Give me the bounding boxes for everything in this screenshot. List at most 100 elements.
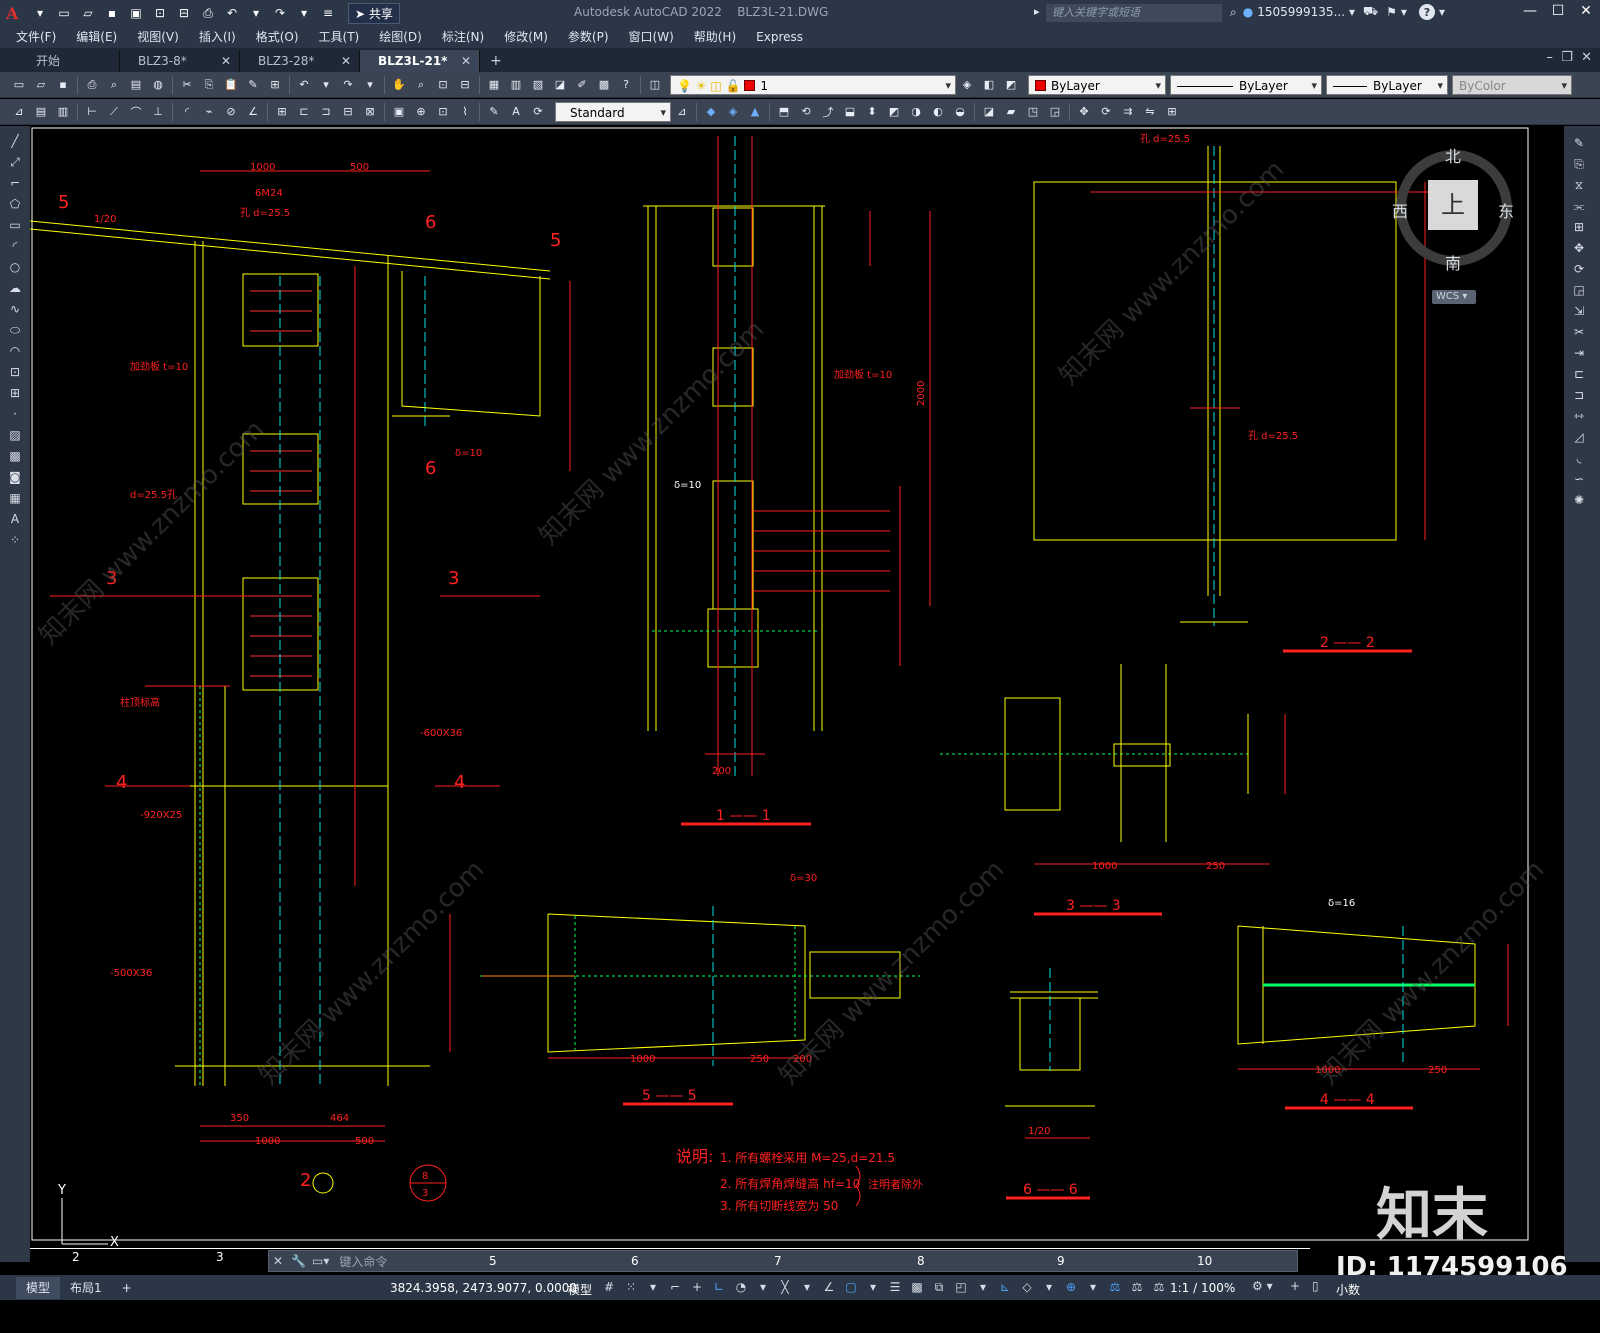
ortho-icon[interactable]: ∟ (709, 1278, 729, 1296)
dynamic-input-icon[interactable]: + (687, 1278, 707, 1296)
hatch-icon[interactable]: ▨ (4, 426, 26, 444)
wcs-menu[interactable]: WCS ▾ (1432, 290, 1476, 304)
isodraft-icon[interactable]: ╳ (775, 1278, 795, 1296)
annotation-scale-icon[interactable]: ⚖ (1149, 1278, 1169, 1296)
gizmo-icon[interactable]: ⊕ (1061, 1278, 1081, 1296)
annotation-visibility-icon[interactable]: ⚖ (1105, 1278, 1125, 1296)
arc-icon[interactable]: ◜ (4, 237, 26, 255)
polyline-icon[interactable]: ⌐ (4, 174, 26, 192)
construction-line-icon[interactable]: ⤢ (4, 153, 26, 171)
infer-icon[interactable]: ⌐ (665, 1278, 685, 1296)
lineweight-icon[interactable]: ☰ (885, 1278, 905, 1296)
menu-format[interactable]: 格式(O) (246, 26, 309, 48)
tab-blz3-28[interactable]: BLZ3-28* ✕ (240, 50, 360, 72)
selection-cycling-icon[interactable]: ⧉ (929, 1278, 949, 1296)
point-icon[interactable]: · (4, 405, 26, 423)
undo-icon[interactable]: ↶ (295, 76, 313, 94)
menu-draw[interactable]: 绘图(D) (369, 26, 432, 48)
user-icon[interactable]: ● (1243, 5, 1253, 19)
redo-icon[interactable]: ↷ (271, 4, 289, 22)
isodraft-dropdown-icon[interactable]: ▾ (797, 1278, 817, 1296)
tab-blz3-8[interactable]: BLZ3-8* ✕ (120, 50, 240, 72)
zoom-window-icon[interactable]: ⊡ (434, 76, 452, 94)
3d-print-icon[interactable]: ◍ (149, 76, 167, 94)
tab-close-icon[interactable]: ✕ (221, 50, 231, 72)
customize-quick-access-icon[interactable]: ≡ (319, 4, 337, 22)
maximize-icon[interactable]: ☐ (1546, 3, 1570, 19)
polar-dropdown-icon[interactable]: ▾ (753, 1278, 773, 1296)
chamfer-icon[interactable]: ◿ (1568, 428, 1590, 446)
save-as-icon[interactable]: ▣ (127, 4, 145, 22)
cone-icon[interactable]: ▲ (746, 103, 764, 121)
3d-mirror-icon[interactable]: ⇋ (1141, 103, 1159, 121)
viewcube-west[interactable]: 西 (1392, 198, 1408, 222)
save-icon[interactable]: ▪ (54, 76, 72, 94)
snap-icon[interactable]: ⁙ (621, 1278, 641, 1296)
recent-commands-icon[interactable]: ▭▾ (312, 1254, 329, 1268)
3d-rotate-icon[interactable]: ⟳ (1097, 103, 1115, 121)
annotation-monitor-icon[interactable]: + (1290, 1279, 1300, 1293)
undo-dropdown-icon[interactable]: ▾ (247, 4, 265, 22)
menu-express[interactable]: Express (746, 26, 813, 48)
cart-icon[interactable]: ⛟ (1363, 4, 1378, 20)
extrude-icon[interactable]: ⬒ (775, 103, 793, 121)
grid-icon[interactable]: # (599, 1278, 619, 1296)
drawing-canvas[interactable]: 1/20 1000 500 6M24 孔 d=25.5 加劲板 t=10 d=2… (30, 126, 1564, 1262)
center-mark-icon[interactable]: ⊕ (412, 103, 430, 121)
gizmo-dropdown-icon[interactable]: ▾ (1083, 1278, 1103, 1296)
menu-insert[interactable]: 插入(I) (189, 26, 246, 48)
plot-preview-icon[interactable]: ⌕ (105, 76, 123, 94)
jogged-linear-icon[interactable]: ⌇ (456, 103, 474, 121)
save-icon[interactable]: ▪ (103, 4, 121, 22)
tolerance-icon[interactable]: ▣ (390, 103, 408, 121)
polygon-icon[interactable]: ⬠ (4, 195, 26, 213)
gradient-icon[interactable]: ▩ (4, 447, 26, 465)
redo-dropdown-icon[interactable]: ▾ (361, 76, 379, 94)
aligned-dimension-icon[interactable]: ⟋ (105, 103, 123, 121)
help-icon[interactable]: ? (617, 76, 635, 94)
3d-move-icon[interactable]: ✥ (1075, 103, 1093, 121)
add-selected-icon[interactable]: ⁘ (4, 531, 26, 549)
line-icon[interactable]: ╱ (4, 132, 26, 150)
mirror-icon[interactable]: ⧖ (1568, 176, 1590, 194)
3d-align-icon[interactable]: ⇉ (1119, 103, 1137, 121)
search-icon[interactable]: ⌕ (1230, 5, 1237, 20)
blend-curves-icon[interactable]: ∽ (1568, 470, 1590, 488)
publish-icon[interactable]: ▤ (127, 76, 145, 94)
erase-icon[interactable]: ✎ (1568, 134, 1590, 152)
user-name[interactable]: 1505999135... (1257, 5, 1345, 19)
object-snap-dropdown-icon[interactable]: ▾ (863, 1278, 883, 1296)
union-icon[interactable]: ◑ (907, 103, 925, 121)
units-value[interactable]: 小数 (1336, 1281, 1360, 1298)
thicken-icon[interactable]: ▰ (1002, 103, 1020, 121)
units-icon[interactable]: ▯ (1312, 1279, 1319, 1293)
dim-update-icon[interactable]: ⟳ (529, 103, 547, 121)
make-block-icon[interactable]: ⊞ (4, 384, 26, 402)
trim-icon[interactable]: ✂ (1568, 323, 1590, 341)
layer-previous-icon[interactable]: ◧ (980, 76, 998, 94)
revision-cloud-icon[interactable]: ☁ (4, 279, 26, 297)
table-icon[interactable]: ▦ (4, 489, 26, 507)
radius-icon[interactable]: ◜ (178, 103, 196, 121)
autodesk-app-icon[interactable]: ⚑ (1386, 5, 1397, 19)
intersect-icon[interactable]: ◒ (951, 103, 969, 121)
color-dropdown[interactable]: ByLayer (1028, 74, 1166, 96)
plot-icon[interactable]: ⎙ (83, 76, 101, 94)
new-icon[interactable]: ▭ (10, 76, 28, 94)
add-layout-icon[interactable]: + (112, 1277, 142, 1299)
object-snap-tracking-icon[interactable]: ∠ (819, 1278, 839, 1296)
menu-tools[interactable]: 工具(T) (309, 26, 370, 48)
dynamic-ucs-icon[interactable]: ⊾ (995, 1278, 1015, 1296)
loft-icon[interactable]: ⬓ (841, 103, 859, 121)
join-icon[interactable]: ⇿ (1568, 407, 1590, 425)
space-icon[interactable]: ⊟ (339, 103, 357, 121)
revolve-icon[interactable]: ⟲ (797, 103, 815, 121)
3d-array-icon[interactable]: ⊞ (1163, 103, 1181, 121)
break-icon[interactable]: ⊐ (1568, 386, 1590, 404)
search-expand-icon[interactable]: ▸ (1034, 5, 1040, 18)
menu-dimension[interactable]: 标注(N) (432, 26, 494, 48)
imprint-icon[interactable]: ◳ (1024, 103, 1042, 121)
properties-icon[interactable]: ▦ (485, 76, 503, 94)
open-from-web-icon[interactable]: ⊡ (151, 4, 169, 22)
user-dropdown-icon[interactable]: ▾ (1349, 5, 1355, 19)
